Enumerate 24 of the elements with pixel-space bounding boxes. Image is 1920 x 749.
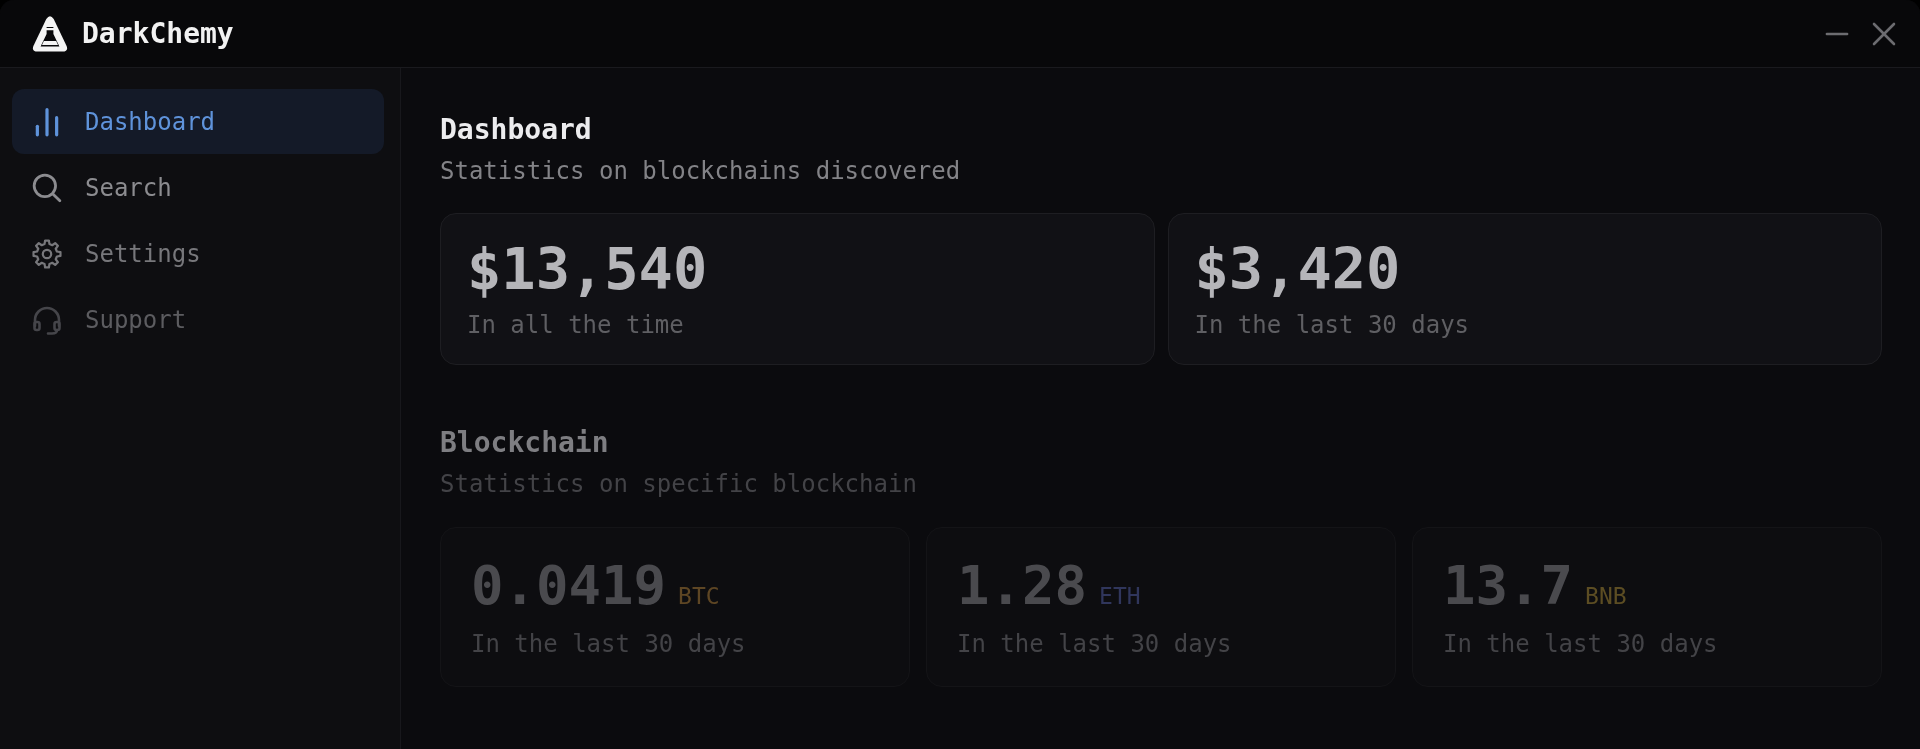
currency-label: ETH [1099,582,1141,611]
sidebar-item[interactable]: Settings [12,221,384,286]
section-subtitle: Statistics on blockchains discovered [440,156,962,186]
logo-icon [32,14,68,53]
stat-value: 13.7 [1443,555,1574,617]
stat-caption: In the last 30 days [1194,310,1471,340]
section-subtitle: Statistics on specific blockchain [440,469,918,499]
search-icon [32,172,62,203]
section-title: Blockchain [440,426,610,460]
headphones-icon [32,304,62,335]
app-title: DarkChemy [82,16,234,51]
close-icon[interactable] [1872,21,1896,46]
stat-value: $13,540 [467,236,709,302]
sidebar-item[interactable]: Search [12,155,384,220]
sidebar-item[interactable]: Support [12,287,384,352]
stat-value: $3,420 [1194,236,1402,302]
stat-caption: In all the time [467,310,685,340]
sidebar-item[interactable]: Dashboard [12,89,384,154]
section-title: Dashboard [440,113,593,147]
currency-label: BTC [678,582,720,611]
currency-label: BNB [1585,582,1627,611]
stat-value: 1.28 [957,555,1088,617]
stat-value: 0.0419 [471,555,667,617]
settings-icon [32,238,62,269]
